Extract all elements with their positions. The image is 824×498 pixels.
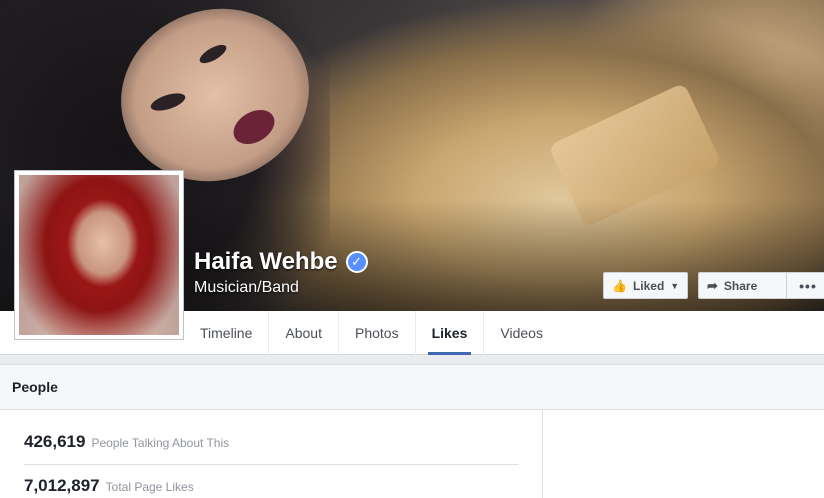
- people-stats: 426,619 People Talking About This 7,012,…: [0, 410, 543, 498]
- tab-about[interactable]: About: [268, 311, 338, 355]
- page-category[interactable]: Musician/Band: [194, 279, 299, 297]
- share-arrow-icon: ➦: [707, 277, 718, 293]
- stats-divider: [24, 464, 519, 465]
- page-title[interactable]: Haifa Wehbe: [194, 248, 338, 276]
- tab-photos[interactable]: Photos: [337, 311, 415, 355]
- share-label: Share: [723, 278, 758, 293]
- people-section-header: People: [0, 364, 824, 410]
- talking-about-label: People Talking About This: [91, 436, 230, 450]
- thumbs-up-icon: 👍: [612, 278, 627, 293]
- talking-about-count: 426,619: [24, 432, 86, 451]
- liked-button[interactable]: 👍 Liked ▼: [603, 272, 688, 299]
- share-more-group: ➦ Share •••: [698, 272, 824, 299]
- right-column: [544, 410, 824, 498]
- total-likes-label: Total Page Likes: [105, 480, 194, 494]
- tab-likes[interactable]: Likes: [414, 311, 484, 355]
- page-root: Haifa Wehbe ✓ Musician/Band 👍 Liked ▼ ➦ …: [0, 0, 824, 498]
- more-options-button[interactable]: •••: [786, 272, 824, 299]
- total-likes-count: 7,012,897: [24, 476, 100, 495]
- total-likes-stat: 7,012,897 Total Page Likes: [24, 476, 194, 496]
- people-content: 426,619 People Talking About This 7,012,…: [0, 410, 824, 498]
- people-section-title: People: [12, 379, 58, 395]
- talking-about-stat: 426,619 People Talking About This: [24, 432, 229, 452]
- liked-label: Liked: [632, 278, 665, 293]
- more-dots-icon: •••: [799, 277, 817, 294]
- profile-picture[interactable]: [14, 170, 184, 340]
- tab-videos[interactable]: Videos: [483, 311, 559, 355]
- profile-picture-image: [19, 175, 179, 335]
- cover-actions: 👍 Liked ▼ ➦ Share •••: [603, 272, 824, 299]
- page-tabs: Timeline About Photos Likes Videos: [184, 311, 559, 355]
- verified-badge-icon: ✓: [345, 251, 368, 273]
- page-title-row: Haifa Wehbe ✓: [194, 248, 368, 276]
- tab-timeline[interactable]: Timeline: [184, 311, 268, 355]
- chevron-down-icon: ▼: [670, 280, 680, 291]
- share-button[interactable]: ➦ Share: [698, 272, 786, 299]
